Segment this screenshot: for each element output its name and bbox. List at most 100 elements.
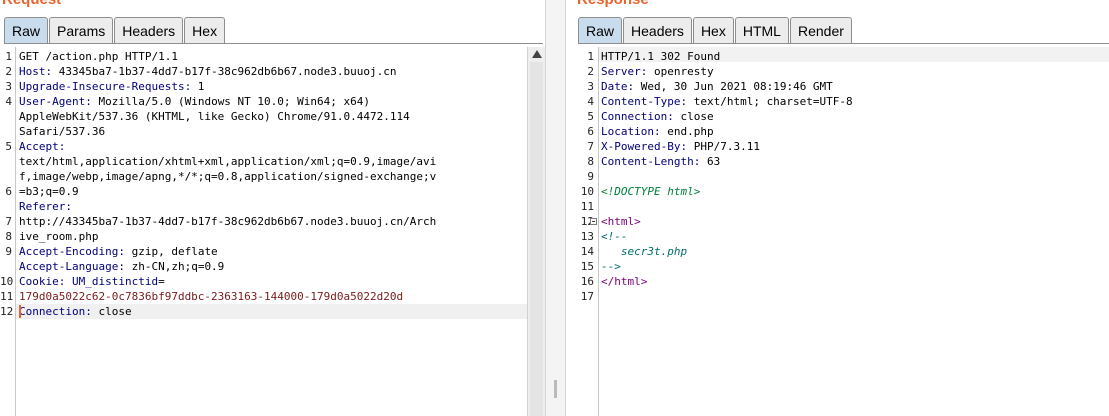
line-number: 6 [587,125,594,138]
request-editor[interactable]: 1 2 3 4 5 6 7 8 9 10 11 12 GET /action.php HTTP/1.1… [0,47,545,416]
request-tab-divider [4,43,543,44]
response-tab-divider [578,43,1109,44]
code-line: f,image/webp,image/apng,*/*;q=0.8,applic… [19,169,436,184]
request-tab-hex[interactable]: Hex [184,17,226,43]
code-line: secr3t.php [601,244,853,259]
code-token: Accept: [19,140,66,153]
response-tab-headers[interactable]: Headers [623,17,692,43]
code-token: f,image/webp,image/apng,*/*;q=0.8,applic… [19,170,437,183]
code-token: secr3t.php [601,245,688,258]
response-tab-html[interactable]: HTML [734,17,789,43]
code-line: AppleWebKit/537.36 (KHTML, like Gecko) C… [19,109,436,124]
code-token: Server: [601,65,648,78]
line-number: 8 [5,230,12,243]
code-line: <html> [601,214,853,229]
code-token: Accept-Language: [19,260,125,273]
code-token: Safari/537.36 [19,125,106,138]
code-token: Host: [19,65,53,78]
code-token: AppleWebKit/537.36 (KHTML, like Gecko) C… [19,110,410,123]
code-token: http://43345ba7-1b37-4dd7-b17f-38c962db6… [19,215,437,228]
code-line: GET /action.php HTTP/1.1 [19,49,436,64]
code-token: User-Agent: [19,95,92,108]
response-text[interactable]: HTTP/1.1 302 Found Server: openresty Date:… [601,49,853,304]
code-token: Connection: [601,110,674,123]
line-number: 12 [0,305,14,318]
pane-splitter[interactable] [545,0,566,416]
code-line: Accept: [19,139,436,154]
code-line: Safari/537.36 [19,124,436,139]
code-token: gzip, deflate [124,245,218,258]
request-tab-raw[interactable]: Raw [4,17,49,43]
line-number: 9 [5,245,12,258]
code-token: <html> [601,215,641,228]
request-text[interactable]: GET /action.php HTTP/1.1 Host: 43345ba7-1… [19,49,436,349]
code-token: 63 [700,155,721,168]
line-number: 5 [5,140,12,153]
code-token: ive_room.php [19,230,99,243]
code-line: Accept-Language: zh-CN,zh;q=0.9 [19,259,436,274]
code-token: UM_distinctid [71,275,159,288]
response-tabs: Raw Headers Hex HTML Render [578,17,853,44]
request-pane-title: Request [2,0,61,8]
response-pane-title: Response [577,0,649,8]
response-editor[interactable]: 1 2 3 4 5 6 7 8 9 10 11 12 13 14 15 16 17 HTTP/1.1 302 F… [566,47,1109,416]
text-cursor [19,305,21,318]
code-line: </html> [601,274,853,289]
code-line: Server: openresty [601,64,853,79]
line-number: 2 [587,65,594,78]
code-token: X-Powered-By: [601,140,688,153]
code-token: Location: [601,125,661,138]
code-token: end.php [660,125,714,138]
response-tab-raw[interactable]: Raw [578,17,623,43]
line-number: 1 [5,50,12,63]
code-token: openresty [647,65,714,78]
code-token: --> [601,260,621,273]
code-line: ive_room.php [19,229,436,244]
code-token: 43345ba7-1b37-4dd7-b17f-38c962db6b67.nod… [52,65,397,78]
code-line: Location: end.php [601,124,853,139]
code-line: http://43345ba7-1b37-4dd7-b17f-38c962db6… [19,214,436,229]
line-number: 9 [587,170,594,183]
line-number: 7 [5,215,12,228]
code-token: Content-Length: [601,155,701,168]
code-token: Wed, 30 Jun 2021 08:19:46 GMT [634,80,833,93]
splitter-grip[interactable] [554,380,557,398]
line-number: 4 [5,95,12,108]
request-scroll-thumb[interactable] [530,62,543,416]
code-token: Content-Type: [601,95,688,108]
request-tabs: Raw Params Headers Hex [4,17,226,44]
code-token: text/html,application/xhtml+xml,applicat… [19,155,437,168]
code-token: =b3;q=0.9 [19,185,79,198]
line-number: 14 [580,245,594,258]
code-line: <!-- [601,229,853,244]
request-scrollbar[interactable] [527,47,545,416]
code-token: Accept-Encoding: [19,245,125,258]
code-line: HTTP/1.1 302 Found [601,49,853,64]
code-token: close [91,305,132,318]
code-token: </html> [601,275,648,288]
code-token: Mozilla/5.0 (Windows NT 10.0; Win64; x64… [91,95,371,108]
line-number: 2 [5,65,12,78]
request-tab-params[interactable]: Params [49,17,114,43]
response-tab-hex[interactable]: Hex [692,17,734,43]
scroll-up-arrow-icon[interactable] [532,50,542,58]
code-line: Referer: [19,199,436,214]
response-tab-render[interactable]: Render [789,17,852,43]
code-line: =b3;q=0.9 [19,184,436,199]
request-tab-headers[interactable]: Headers [114,17,184,43]
code-token: HTTP/1.1 302 Found [601,50,721,63]
code-line: Accept-Encoding: gzip, deflate [19,244,436,259]
line-number: 4 [587,95,594,108]
line-number: 13 [580,230,594,243]
code-token: zh-CN,zh;q=0.9 [124,260,225,273]
code-token: Connection: [19,305,92,318]
code-token: <!DOCTYPE html> [601,185,701,198]
fold-toggle-icon[interactable] [590,218,597,225]
code-line: <!DOCTYPE html> [601,184,853,199]
line-number: 10 [0,275,14,288]
code-line: Upgrade-Insecure-Requests: 1 [19,79,436,94]
line-number: 16 [580,275,594,288]
line-number: 7 [587,140,594,153]
